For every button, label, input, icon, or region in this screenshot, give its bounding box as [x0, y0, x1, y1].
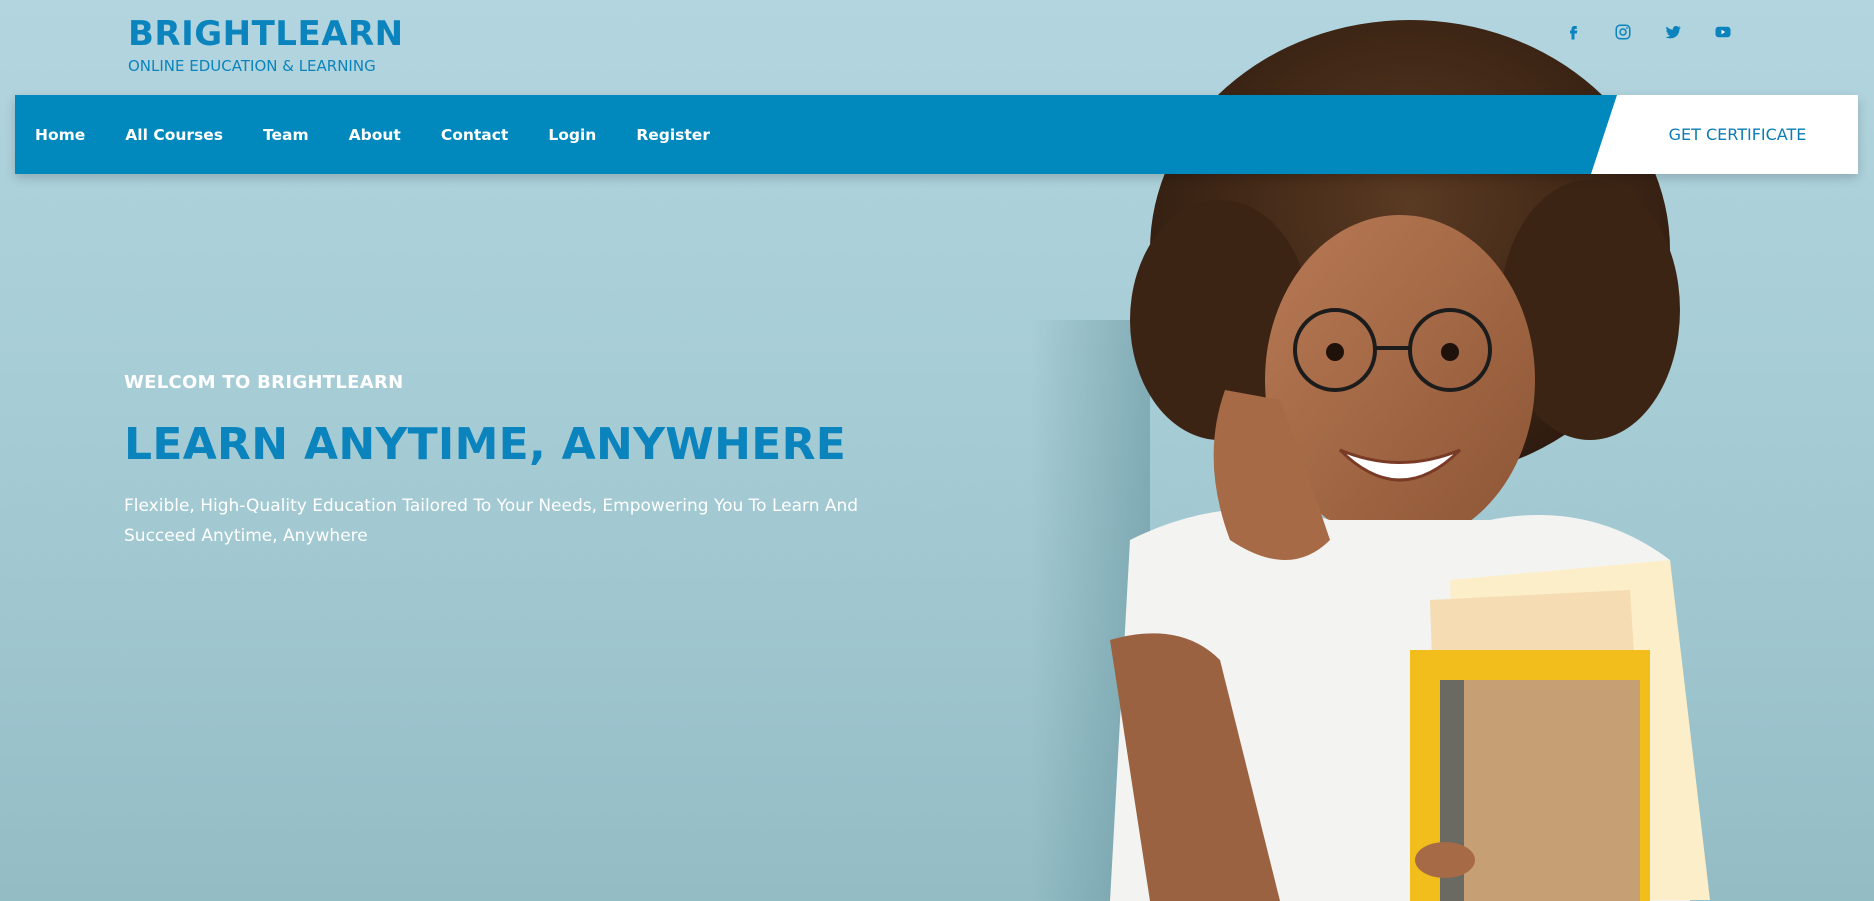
instagram-icon[interactable]	[1613, 22, 1633, 42]
brand[interactable]: BRIGHTLEARN ONLINE EDUCATION & LEARNING	[128, 14, 404, 76]
main-navbar: Home All Courses Team About Contact Logi…	[15, 95, 1858, 174]
social-links	[1563, 22, 1733, 42]
brand-tagline: ONLINE EDUCATION & LEARNING	[128, 57, 376, 75]
brand-name[interactable]: BRIGHTLEARN	[128, 14, 404, 54]
hero-section: WELCOM TO BRIGHTLEARN LEARN ANYTIME, ANY…	[124, 372, 924, 551]
nav-team[interactable]: Team	[263, 126, 309, 144]
get-certificate-button[interactable]: GET CERTIFICATE	[1591, 95, 1858, 174]
youtube-icon[interactable]	[1713, 22, 1733, 42]
nav-all-courses[interactable]: All Courses	[125, 126, 223, 144]
nav-register[interactable]: Register	[636, 126, 710, 144]
twitter-icon[interactable]	[1663, 22, 1683, 42]
nav-links: Home All Courses Team About Contact Logi…	[35, 95, 750, 174]
hero-subtitle: Flexible, High-Quality Education Tailore…	[124, 496, 859, 546]
hero-title: LEARN ANYTIME, ANYWHERE	[124, 419, 847, 470]
hero-kicker: WELCOM TO BRIGHTLEARN	[124, 372, 404, 393]
facebook-icon[interactable]	[1563, 22, 1583, 42]
nav-home[interactable]: Home	[35, 126, 85, 144]
nav-login[interactable]: Login	[548, 126, 596, 144]
nav-contact[interactable]: Contact	[441, 126, 509, 144]
nav-about[interactable]: About	[349, 126, 401, 144]
